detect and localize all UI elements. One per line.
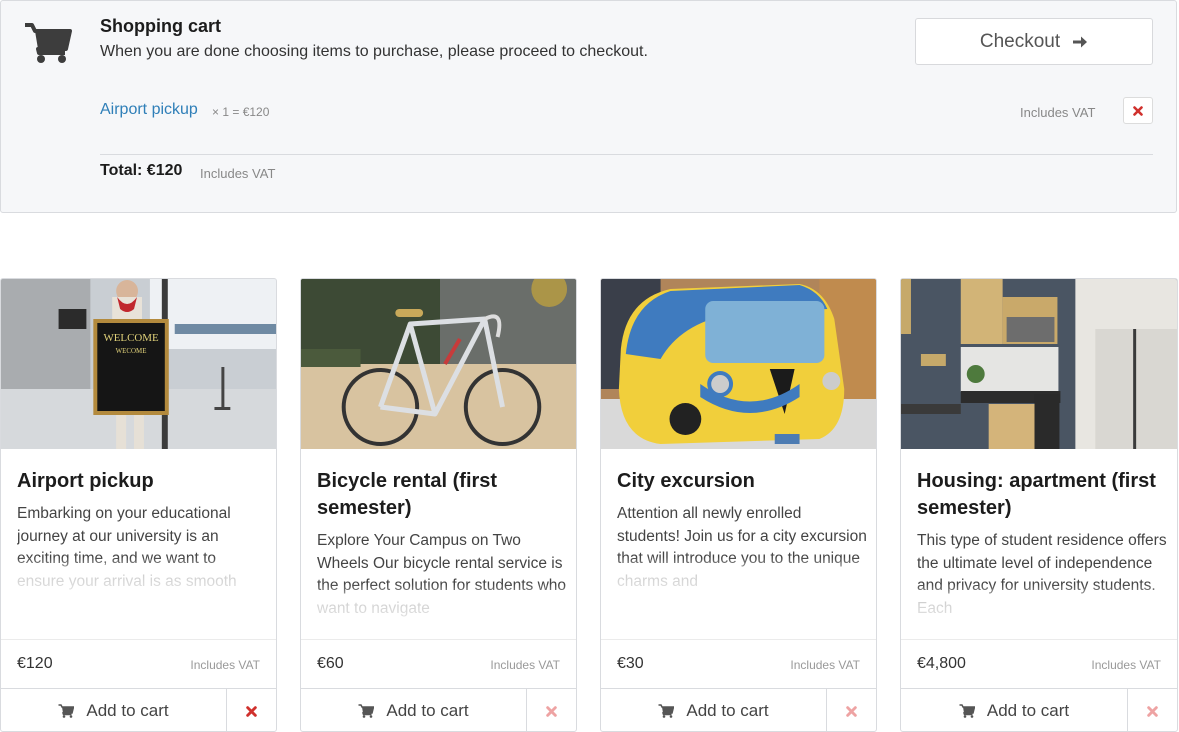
- product-description: Explore Your Campus on Two Wheels Our bi…: [317, 532, 567, 617]
- product-card: City excursion Attention all newly enrol…: [600, 278, 877, 732]
- product-title: Bicycle rental (first semester): [317, 470, 498, 519]
- product-card: Housing: apartment (first semester) This…: [900, 278, 1178, 732]
- svg-text:WECOME: WECOME: [116, 347, 147, 355]
- card-actions: Add to cart: [901, 688, 1177, 731]
- add-to-cart-label: Add to cart: [86, 701, 169, 720]
- card-actions: Add to cart: [1, 688, 276, 731]
- product-price: €4,800: [917, 655, 966, 672]
- product-description: Embarking on your educational journey at…: [17, 505, 237, 590]
- shopping-cart-icon: [358, 704, 375, 718]
- add-to-cart-label: Add to cart: [386, 701, 469, 720]
- close-icon: [546, 705, 557, 717]
- yellow-blue-bus-image: [601, 279, 876, 449]
- cart-line-item-vat: Includes VAT: [1020, 105, 1096, 120]
- cart-total: Total: €120: [100, 162, 183, 179]
- remove-from-cart-button[interactable]: [827, 689, 876, 731]
- product-price: €120: [17, 655, 53, 672]
- remove-from-cart-button[interactable]: [527, 689, 576, 731]
- add-to-cart-button[interactable]: Add to cart: [901, 689, 1128, 731]
- cart-line-item-quantity: × 1 = €120: [212, 105, 270, 119]
- product-price: €60: [317, 655, 344, 672]
- product-vat-note: Includes VAT: [790, 658, 860, 672]
- add-to-cart-button[interactable]: Add to cart: [1, 689, 227, 731]
- checkout-button[interactable]: Checkout: [915, 18, 1153, 65]
- remove-line-item-button[interactable]: [1123, 97, 1153, 124]
- card-actions: Add to cart: [601, 688, 876, 731]
- airport-welcome-sign-image: WELCOME WECOME: [1, 279, 276, 449]
- apartment-kitchen-image: [901, 279, 1177, 449]
- remove-from-cart-button[interactable]: [1128, 689, 1177, 731]
- close-icon: [1133, 105, 1143, 116]
- arrow-right-icon: [1073, 36, 1088, 47]
- cart-line-item-link[interactable]: Airport pickup: [100, 101, 198, 119]
- cart-total-vat: Includes VAT: [200, 166, 276, 181]
- cart-divider: [100, 154, 1153, 155]
- shopping-cart-icon: [25, 23, 72, 63]
- product-price: €30: [617, 655, 644, 672]
- remove-from-cart-button[interactable]: [227, 689, 276, 731]
- card-divider: [1, 639, 276, 640]
- product-description: This type of student residence offers th…: [917, 532, 1167, 617]
- card-divider: [601, 639, 876, 640]
- road-bicycle-image: [301, 279, 576, 449]
- product-title: City excursion: [617, 470, 755, 492]
- product-vat-note: Includes VAT: [490, 658, 560, 672]
- shopping-cart-icon: [959, 704, 975, 718]
- add-to-cart-label: Add to cart: [986, 701, 1070, 720]
- product-vat-note: Includes VAT: [1091, 658, 1161, 672]
- close-icon: [846, 705, 857, 717]
- add-to-cart-button[interactable]: Add to cart: [301, 689, 527, 731]
- product-title: Housing: apartment (first semester): [917, 470, 1156, 519]
- svg-text:WELCOME: WELCOME: [103, 332, 158, 344]
- product-description: Attention all newly enrolled students! J…: [617, 505, 867, 590]
- product-card: Bicycle rental (first semester) Explore …: [300, 278, 577, 732]
- shopping-cart-icon: [658, 704, 675, 718]
- product-title: Airport pickup: [17, 470, 154, 492]
- card-divider: [301, 639, 576, 640]
- checkout-label: Checkout: [979, 30, 1061, 52]
- product-vat-note: Includes VAT: [190, 658, 260, 672]
- close-icon: [1147, 705, 1158, 717]
- cart-subtitle: When you are done choosing items to purc…: [100, 43, 648, 60]
- shopping-cart-panel: Shopping cart When you are done choosing…: [0, 0, 1177, 213]
- shopping-cart-icon: [58, 704, 75, 718]
- close-icon: [246, 705, 257, 717]
- card-actions: Add to cart: [301, 688, 576, 731]
- card-divider: [901, 639, 1177, 640]
- cart-title: Shopping cart: [100, 16, 221, 36]
- add-to-cart-label: Add to cart: [686, 701, 769, 720]
- product-card: WELCOME WECOME Airport pickup Embarking …: [0, 278, 277, 732]
- add-to-cart-button[interactable]: Add to cart: [601, 689, 827, 731]
